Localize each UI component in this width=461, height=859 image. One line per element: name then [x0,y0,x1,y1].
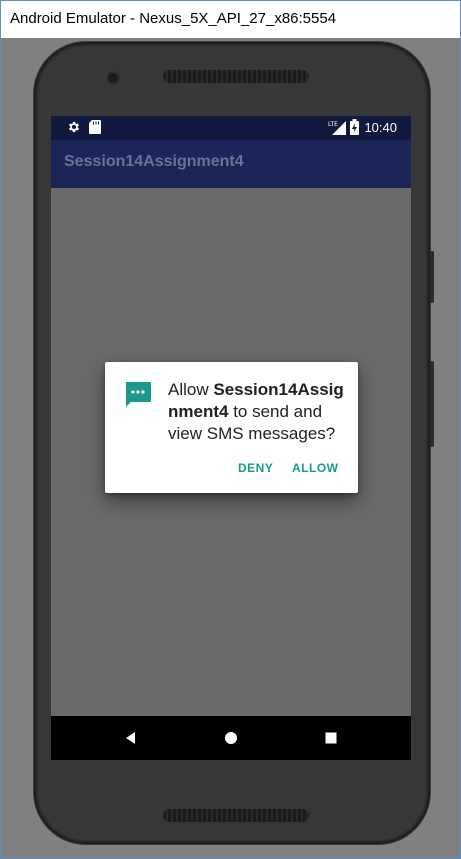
volume-button[interactable] [430,251,434,303]
status-bar: LTE 10:40 [51,116,411,140]
emulator-window: Android Emulator - Nexus_5X_API_27_x86:5… [0,0,461,859]
power-button[interactable] [430,361,434,447]
gear-icon [67,120,81,139]
lte-signal-icon: LTE [328,119,346,140]
window-titlebar[interactable]: Android Emulator - Nexus_5X_API_27_x86:5… [1,1,460,38]
battery-charging-icon [350,119,359,140]
window-title: Android Emulator - Nexus_5X_API_27_x86:5… [10,10,337,27]
app-bar: Session14Assignment4 [51,140,411,188]
home-icon[interactable] [221,728,241,748]
navigation-bar [51,716,411,760]
bottom-speaker [163,809,309,822]
message-prefix: Allow [168,380,214,399]
lte-label: LTE [328,121,338,128]
front-camera [108,73,118,83]
permission-dialog: Allow Session14Assignment4 to send and v… [105,362,358,493]
permission-message: Allow Session14Assignment4 to send and v… [168,379,348,445]
status-time: 10:40 [364,120,397,135]
top-speaker [163,70,309,83]
back-icon[interactable] [121,728,141,748]
app-title: Session14Assignment4 [64,153,244,170]
sd-card-icon [89,120,101,139]
deny-button[interactable]: DENY [238,461,273,475]
allow-button[interactable]: ALLOW [292,461,339,475]
sms-message-icon [124,381,152,409]
recents-icon[interactable] [321,728,341,748]
